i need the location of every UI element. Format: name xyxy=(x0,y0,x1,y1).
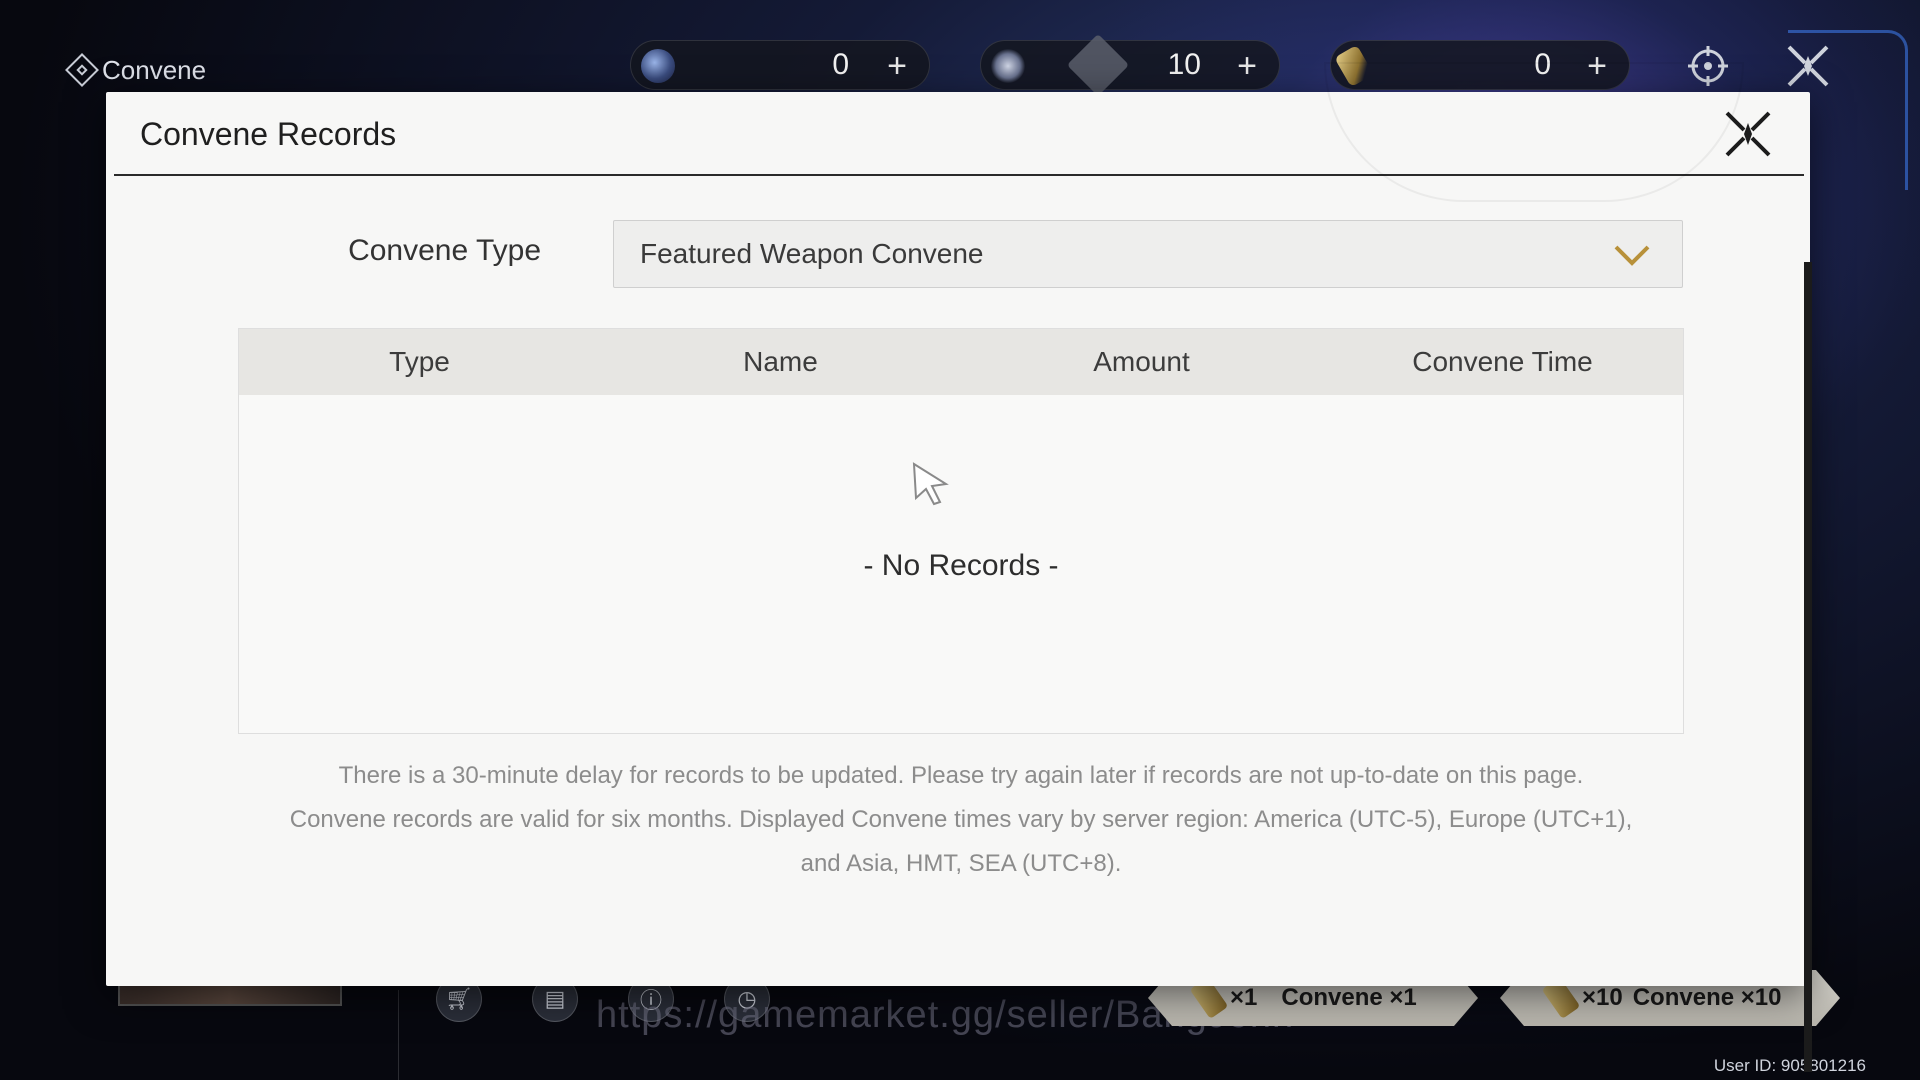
modal-title: Convene Records xyxy=(140,116,397,152)
page-title-text: Convene xyxy=(102,54,207,85)
pull-cost: ×10 xyxy=(1582,984,1623,1011)
astrite-gem-icon xyxy=(1066,33,1130,97)
column-header-type: Type xyxy=(389,346,450,377)
divider xyxy=(398,990,399,1080)
add-currency-button[interactable]: + xyxy=(1227,46,1267,86)
pull-label: Convene ×1 xyxy=(1281,984,1417,1011)
notice-line: There is a 30-minute delay for records t… xyxy=(338,762,1584,789)
table-header: Type Name Amount Convene Time xyxy=(239,329,1683,395)
column-header-time: Convene Time xyxy=(1412,346,1593,377)
convene-type-label: Convene Type xyxy=(348,234,541,267)
records-notice: There is a 30-minute delay for records t… xyxy=(226,754,1696,886)
user-id: User ID: 905801216 xyxy=(1713,1056,1866,1075)
modal-edge xyxy=(1804,262,1812,1072)
convene-records-modal: Convene Records Convene Type Featured We… xyxy=(106,62,1812,1072)
lustrous-tide-icon xyxy=(641,49,675,83)
mouse-cursor-icon xyxy=(912,462,949,506)
currency-value: 0 xyxy=(832,48,849,81)
column-header-amount: Amount xyxy=(1093,346,1190,377)
modal-header: Convene Records xyxy=(114,62,1804,202)
add-currency-button[interactable]: + xyxy=(877,46,917,86)
cart-icon: 🛒︎ xyxy=(445,986,473,1011)
empty-state-text: - No Records - xyxy=(863,549,1059,582)
convene-type-value: Featured Weapon Convene xyxy=(640,238,984,269)
pull-cost: ×1 xyxy=(1230,984,1258,1011)
pull-label: Convene ×10 xyxy=(1632,984,1782,1011)
document-search-icon: ▤ xyxy=(544,986,566,1011)
page-title: Convene xyxy=(65,50,207,90)
astrite-icon xyxy=(991,49,1025,83)
currency-lustrous-tide: 0 + xyxy=(630,40,930,90)
column-header-name: Name xyxy=(743,346,818,377)
currency-astrite: 10 + xyxy=(980,33,1280,97)
close-button[interactable] xyxy=(1722,108,1774,160)
exit-button[interactable] xyxy=(1782,40,1834,92)
currency-value: 10 xyxy=(1167,48,1201,81)
close-icon xyxy=(1787,45,1829,87)
records-table: Type Name Amount Convene Time - No Recor… xyxy=(238,328,1684,734)
convene-logo-icon xyxy=(65,53,99,87)
chevron-down-icon xyxy=(1614,245,1650,266)
notice-line: and Asia, HMT, SEA (UTC+8). xyxy=(800,850,1122,877)
convene-type-dropdown[interactable]: Featured Weapon Convene xyxy=(613,220,1683,288)
header-decoration xyxy=(1324,62,1744,202)
notice-line: Convene records are valid for six months… xyxy=(289,806,1633,833)
close-icon xyxy=(1725,111,1771,157)
